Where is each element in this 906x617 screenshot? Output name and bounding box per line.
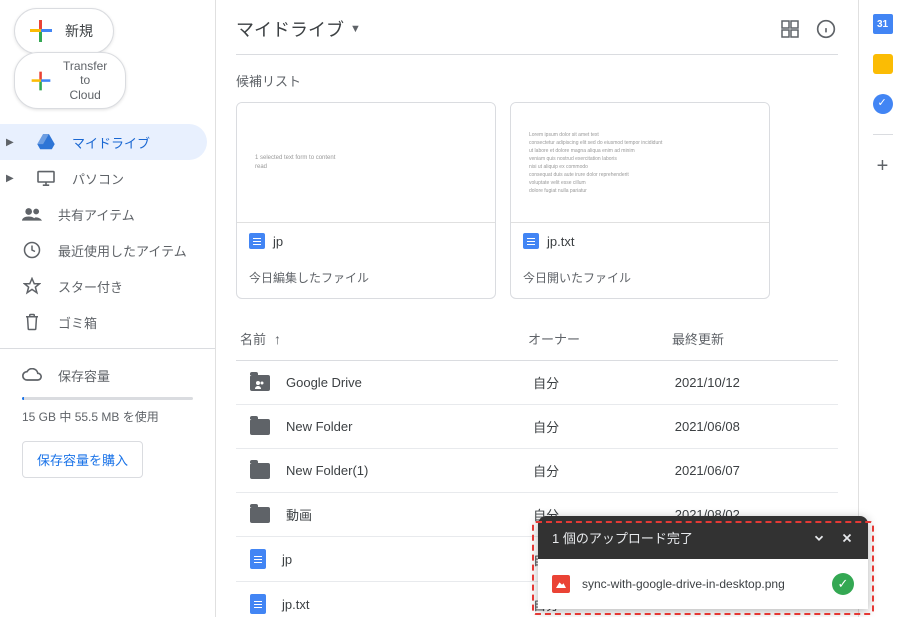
card-thumbnail: Lorem ipsum dolor sit amet textconsectet…	[511, 103, 769, 223]
folder-icon	[250, 419, 270, 435]
computer-icon	[36, 168, 56, 188]
chevron-down-icon: ▼	[350, 23, 361, 35]
transfer-label: Transfer to Cloud	[63, 59, 107, 102]
expand-arrow-icon[interactable]: ▶	[6, 137, 20, 148]
doc-icon	[250, 594, 266, 614]
file-owner: 自分	[533, 461, 675, 480]
sidebar-item-trash[interactable]: ゴミ箱	[0, 304, 207, 340]
file-date: 2021/06/08	[675, 419, 834, 434]
sidebar-item-recent[interactable]: 最近使用したアイテム	[0, 232, 207, 268]
column-name-header[interactable]: 名前 ↑	[240, 329, 528, 348]
nav-label: スター付き	[58, 277, 123, 296]
success-check-icon: ✓	[832, 573, 854, 595]
folder-shared-icon	[250, 375, 270, 391]
sidebar-item-mydrive[interactable]: ▶ マイドライブ	[0, 124, 207, 160]
card-subtitle: 今日開いたファイル	[511, 269, 769, 298]
file-name: 動画	[286, 505, 312, 524]
sidebar-item-starred[interactable]: スター付き	[0, 268, 207, 304]
sidebar-nav: ▶ マイドライブ ▶ パソコン 共有アイテム	[0, 124, 215, 340]
file-name: jp.txt	[282, 597, 309, 612]
folder-icon	[250, 463, 270, 479]
nav-label: ゴミ箱	[58, 313, 97, 332]
nav-label: マイドライブ	[72, 133, 150, 152]
new-button-label: 新規	[65, 21, 93, 41]
doc-icon	[250, 549, 266, 569]
calendar-app-icon[interactable]: 31	[873, 14, 893, 34]
layout-toggle-button[interactable]	[778, 17, 802, 41]
plus-icon	[29, 19, 53, 43]
new-button[interactable]: 新規	[14, 8, 114, 54]
nav-label: パソコン	[72, 169, 124, 188]
nav-label: 共有アイテム	[58, 205, 135, 224]
file-name: jp	[282, 552, 292, 567]
toast-title: 1 個のアップロード完了	[552, 528, 693, 547]
toast-collapse-button[interactable]	[812, 531, 826, 545]
toast-filename: sync-with-google-drive-in-desktop.png	[582, 577, 785, 591]
image-file-icon	[552, 575, 570, 593]
card-name: jp.txt	[547, 234, 574, 249]
doc-icon	[249, 233, 265, 249]
drive-icon	[36, 132, 56, 152]
sort-arrow-up-icon: ↑	[274, 331, 281, 347]
add-app-button[interactable]: +	[877, 155, 889, 178]
shared-icon	[22, 204, 42, 224]
file-name: New Folder	[286, 419, 352, 434]
storage-bar	[22, 397, 193, 400]
list-header: 名前 ↑ オーナー 最終更新	[236, 315, 838, 361]
sidebar-item-storage[interactable]: 保存容量	[0, 357, 215, 393]
suggestion-card[interactable]: 1 selected text form to contentread jp 今…	[236, 102, 496, 299]
recent-icon	[22, 240, 42, 260]
cloud-icon	[22, 365, 42, 385]
table-row[interactable]: Google Drive 自分2021/10/12	[236, 361, 838, 405]
trash-icon	[22, 312, 42, 332]
card-name: jp	[273, 234, 283, 249]
file-date: 2021/06/07	[675, 463, 834, 478]
file-date: 2021/10/12	[675, 375, 834, 390]
toast-file-row[interactable]: sync-with-google-drive-in-desktop.png ✓	[538, 559, 868, 609]
file-name: New Folder(1)	[286, 463, 368, 478]
keep-app-icon[interactable]	[873, 54, 893, 74]
suggestions-title: 候補リスト	[236, 71, 838, 90]
upload-toast: 1 個のアップロード完了 sync-with-google-drive-in-d…	[538, 516, 868, 609]
star-icon	[22, 276, 42, 296]
tasks-app-icon[interactable]	[873, 94, 893, 114]
table-row[interactable]: New Folder 自分2021/06/08	[236, 405, 838, 449]
expand-arrow-icon[interactable]: ▶	[6, 173, 20, 184]
suggestion-card[interactable]: Lorem ipsum dolor sit amet textconsectet…	[510, 102, 770, 299]
storage-usage-text: 15 GB 中 55.5 MB を使用	[0, 408, 215, 435]
table-row[interactable]: New Folder(1) 自分2021/06/07	[236, 449, 838, 493]
divider	[0, 348, 215, 349]
sidebar-item-shared[interactable]: 共有アイテム	[0, 196, 207, 232]
info-button[interactable]	[814, 17, 838, 41]
column-owner-header[interactable]: オーナー	[528, 329, 672, 348]
card-thumbnail: 1 selected text form to contentread	[237, 103, 495, 223]
sidebar-item-computers[interactable]: ▶ パソコン	[0, 160, 207, 196]
file-owner: 自分	[533, 373, 675, 392]
buy-storage-button[interactable]: 保存容量を購入	[22, 441, 143, 478]
suggestions-row: 1 selected text form to contentread jp 今…	[236, 102, 838, 299]
storage-label: 保存容量	[58, 366, 110, 385]
transfer-to-cloud-button[interactable]: Transfer to Cloud	[14, 52, 126, 109]
file-name: Google Drive	[286, 375, 362, 390]
nav-label: 最近使用したアイテム	[58, 241, 187, 260]
column-date-header[interactable]: 最終更新	[672, 329, 834, 348]
toast-close-button[interactable]	[840, 531, 854, 545]
folder-icon	[250, 507, 270, 523]
file-owner: 自分	[533, 417, 675, 436]
breadcrumb: マイドライブ ▼	[236, 12, 838, 55]
plus-icon	[31, 70, 51, 90]
card-subtitle: 今日編集したファイル	[237, 269, 495, 298]
breadcrumb-title[interactable]: マイドライブ ▼	[236, 16, 361, 42]
sidebar: 新規 Transfer to Cloud ▶ マイドライブ ▶	[0, 0, 215, 617]
doc-icon	[523, 233, 539, 249]
